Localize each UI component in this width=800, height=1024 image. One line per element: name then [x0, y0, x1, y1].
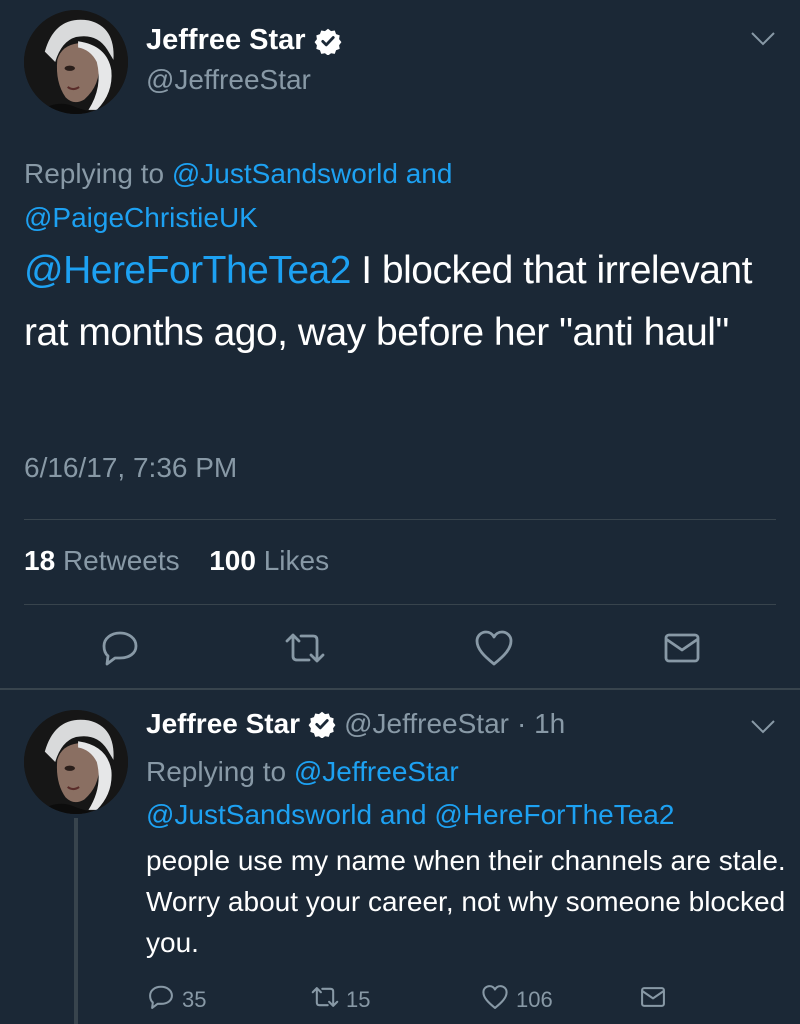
mention-link[interactable]: @JustSandsworld [172, 158, 398, 189]
heart-icon[interactable] [472, 626, 516, 670]
retweet-icon[interactable] [310, 982, 340, 1018]
retweet-icon[interactable] [283, 626, 327, 670]
mention-link[interactable]: @PaigeChristieUK [24, 202, 258, 233]
tweet-actions [0, 626, 800, 670]
replying-to: Replying to @JustSandsworld and @PaigeCh… [24, 152, 764, 240]
replying-prefix: Replying to [146, 756, 294, 787]
heart-icon[interactable] [480, 982, 510, 1018]
direct-message-action[interactable] [638, 982, 668, 1018]
likes-label[interactable]: Likes [264, 545, 329, 576]
tweet-text: people use my name when their channels a… [146, 845, 786, 958]
avatar[interactable] [24, 10, 128, 114]
handle[interactable]: @JeffreeStar [344, 708, 509, 740]
mention-link[interactable]: @HereForTheTea2 [434, 799, 674, 830]
chevron-down-icon[interactable] [750, 718, 776, 736]
main-tweet: Jeffree Star @JeffreeStar Replying to @J… [0, 0, 800, 688]
verified-badge-icon [308, 710, 336, 739]
tweet-stats: 18 Retweets 100 Likes [24, 545, 329, 577]
reply-count: 35 [182, 987, 207, 1012]
direct-message-icon[interactable] [638, 982, 668, 1018]
retweet-count: 15 [346, 987, 371, 1012]
relative-time: · 1h [516, 708, 566, 739]
divider [24, 519, 776, 520]
author-name-row: Jeffree Star [146, 24, 342, 57]
replying-to: Replying to @JeffreeStar @JustSandsworld… [146, 750, 786, 836]
direct-message-icon[interactable] [660, 626, 704, 670]
like-count: 106 [516, 987, 553, 1012]
tweet-text: @HereForTheTea2 I blocked that irrelevan… [24, 240, 764, 364]
verified-badge-icon [314, 27, 342, 56]
tweet-actions: 35 15 106 [146, 982, 786, 1012]
display-name[interactable]: Jeffree Star [146, 708, 300, 740]
reply-action[interactable]: 35 [146, 982, 206, 1018]
retweets-label[interactable]: Retweets [63, 545, 180, 576]
retweets-count[interactable]: 18 [24, 545, 55, 576]
display-name[interactable]: Jeffree Star [146, 24, 306, 57]
like-action[interactable]: 106 [480, 982, 553, 1018]
reply-tweet[interactable]: Jeffree Star @JeffreeStar · 1h Replying … [0, 690, 800, 1024]
handle[interactable]: @JeffreeStar [146, 64, 311, 96]
reply-icon[interactable] [98, 626, 142, 670]
mention-link[interactable]: @JeffreeStar [294, 756, 459, 787]
mention-link[interactable]: @JustSandsworld [146, 799, 372, 830]
author-name-row: Jeffree Star @JeffreeStar · 1h [146, 708, 565, 740]
tweet-thread-screen: Jeffree Star @JeffreeStar Replying to @J… [0, 0, 800, 1024]
reply-icon[interactable] [146, 982, 176, 1018]
replying-prefix: Replying to [24, 158, 172, 189]
avatar[interactable] [24, 710, 128, 814]
mention-link[interactable]: @HereForTheTea2 [24, 249, 351, 292]
replying-and[interactable]: and [372, 799, 434, 830]
retweet-action[interactable]: 15 [310, 982, 370, 1018]
chevron-down-icon[interactable] [750, 30, 776, 48]
divider [24, 604, 776, 605]
thread-line [74, 818, 78, 1024]
likes-count[interactable]: 100 [209, 545, 256, 576]
replying-and[interactable]: and [398, 158, 453, 189]
timestamp: 6/16/17, 7:36 PM [24, 452, 238, 483]
